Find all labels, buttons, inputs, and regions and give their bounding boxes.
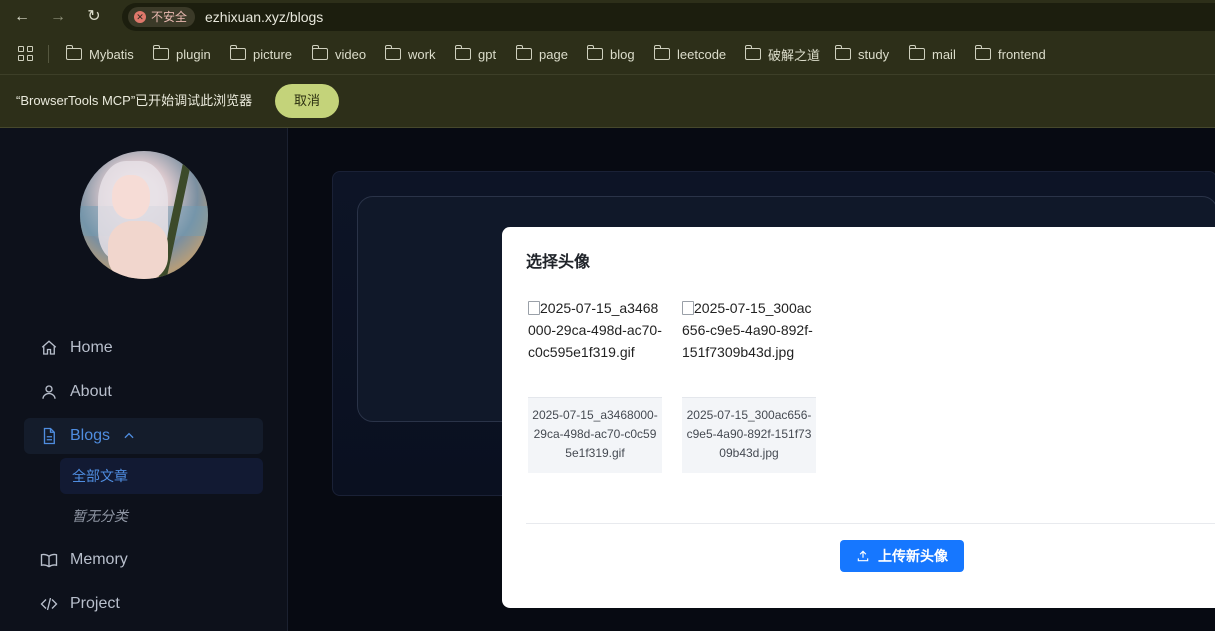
code-icon <box>40 597 58 611</box>
bookmark-label: picture <box>253 46 293 62</box>
bookmark-item[interactable]: Mybatis <box>65 45 134 63</box>
upload-label: 上传新头像 <box>878 548 948 564</box>
bookmark-label: mail <box>932 46 956 62</box>
bookmark-label: 破解之道 <box>768 47 821 63</box>
sidebar-item-memory[interactable]: Memory <box>24 542 263 578</box>
folder-icon <box>834 45 851 60</box>
bookmarks-bar: Mybatis plugin picture video work gpt page blog… <box>0 34 1215 75</box>
bookmark-item[interactable]: picture <box>229 45 293 63</box>
folder-icon <box>311 45 328 60</box>
folder-icon <box>229 45 246 60</box>
forward-arrow-icon[interactable]: → <box>47 6 69 28</box>
home-icon <box>41 340 57 355</box>
security-label: 不安全 <box>151 10 188 24</box>
sidebar-item-label: Home <box>70 339 113 356</box>
folder-icon <box>586 45 603 60</box>
sidebar-subitem-no-category[interactable]: 暂无分类 <box>60 498 263 534</box>
broken-image[interactable]: 2025-07-15_a3468000-29ca-498d-ac70-c0c59… <box>528 297 662 397</box>
bookmark-item[interactable]: leetcode <box>653 45 727 63</box>
security-badge[interactable]: ✕ 不安全 <box>128 7 196 27</box>
bookmark-label: leetcode <box>677 46 727 62</box>
folder-icon <box>454 45 471 60</box>
avatar[interactable] <box>80 151 208 279</box>
bookmark-item[interactable]: 破解之道 <box>744 45 821 63</box>
chevron-up-icon[interactable] <box>122 429 136 443</box>
bookmarks-divider <box>48 45 49 63</box>
image-filename: 2025-07-15_300ac656-c9e5-4a90-892f-151f7… <box>682 397 816 473</box>
sidebar-item-home[interactable]: Home <box>24 330 263 366</box>
address-bar[interactable]: ✕ 不安全 ezhixuan.xyz/blogs <box>122 3 1215 31</box>
sidebar-item-label: Blogs <box>70 427 111 444</box>
apps-grid-icon[interactable] <box>18 46 34 62</box>
sidebar: Home About Blogs 全部文章 暂无分类 Memory Projec… <box>0 128 288 631</box>
bookmark-item[interactable]: plugin <box>152 45 211 63</box>
bookmark-item[interactable]: mail <box>908 45 956 63</box>
modal-title: 选择头像 <box>526 254 591 271</box>
bookmark-item[interactable]: page <box>515 45 568 63</box>
bookmark-item[interactable]: video <box>311 45 367 63</box>
folder-icon <box>744 45 761 60</box>
avatar-option[interactable]: 2025-07-15_300ac656-c9e5-4a90-892f-151f7… <box>682 297 816 473</box>
book-icon <box>40 553 58 568</box>
sidebar-item-blogs[interactable]: Blogs <box>24 418 263 454</box>
sidebar-item-label: About <box>70 383 112 400</box>
document-icon <box>43 427 55 445</box>
user-icon <box>42 385 56 399</box>
sidebar-item-label: Memory <box>70 551 128 568</box>
sidebar-item-about[interactable]: About <box>24 374 263 410</box>
bookmark-label: study <box>858 46 890 62</box>
bookmark-label: work <box>408 46 436 62</box>
folder-icon <box>384 45 401 60</box>
url-text[interactable]: ezhixuan.xyz/blogs <box>205 3 323 31</box>
modal-divider <box>526 523 1215 524</box>
back-arrow-icon[interactable]: ← <box>11 6 33 28</box>
browser-toolbar: ← → ↻ ✕ 不安全 ezhixuan.xyz/blogs <box>0 0 1215 34</box>
bookmark-item[interactable]: study <box>834 45 890 63</box>
bookmark-item[interactable]: work <box>384 45 436 63</box>
bookmark-item[interactable]: blog <box>586 45 635 63</box>
bookmark-label: page <box>539 46 568 62</box>
bookmark-item[interactable]: frontend <box>974 45 1046 63</box>
sidebar-item-project[interactable]: Project <box>24 586 263 622</box>
reload-icon[interactable]: ↻ <box>83 6 105 28</box>
folder-icon <box>908 45 925 60</box>
bookmark-label: blog <box>610 46 635 62</box>
broken-image-icon <box>528 301 540 315</box>
broken-image[interactable]: 2025-07-15_300ac656-c9e5-4a90-892f-151f7… <box>682 297 816 397</box>
folder-icon <box>515 45 532 60</box>
bookmark-label: video <box>335 46 367 62</box>
broken-image-icon <box>682 301 694 315</box>
upload-avatar-button[interactable]: 上传新头像 <box>840 540 964 572</box>
bookmark-label: Mybatis <box>89 46 134 62</box>
debugging-infobar: “BrowserTools MCP”已开始调试此浏览器 取消 <box>0 75 1215 128</box>
upload-icon <box>857 550 869 562</box>
sidebar-item-label: Project <box>70 595 120 612</box>
folder-icon <box>65 45 82 60</box>
warning-icon: ✕ <box>134 11 146 23</box>
avatar-picker-modal: 选择头像 2025-07-15_a3468000-29ca-498d-ac70-… <box>502 227 1215 608</box>
debug-message: “BrowserTools MCP”已开始调试此浏览器 <box>16 93 253 108</box>
bookmark-label: gpt <box>478 46 497 62</box>
avatar-option[interactable]: 2025-07-15_a3468000-29ca-498d-ac70-c0c59… <box>528 297 662 473</box>
bookmark-label: frontend <box>998 46 1046 62</box>
bookmark-label: plugin <box>176 46 211 62</box>
image-filename: 2025-07-15_a3468000-29ca-498d-ac70-c0c59… <box>528 397 662 473</box>
folder-icon <box>653 45 670 60</box>
cancel-debug-button[interactable]: 取消 <box>275 84 339 118</box>
bookmark-item[interactable]: gpt <box>454 45 497 63</box>
folder-icon <box>974 45 991 60</box>
folder-icon <box>152 45 169 60</box>
sidebar-subitem-all-posts[interactable]: 全部文章 <box>60 458 263 494</box>
